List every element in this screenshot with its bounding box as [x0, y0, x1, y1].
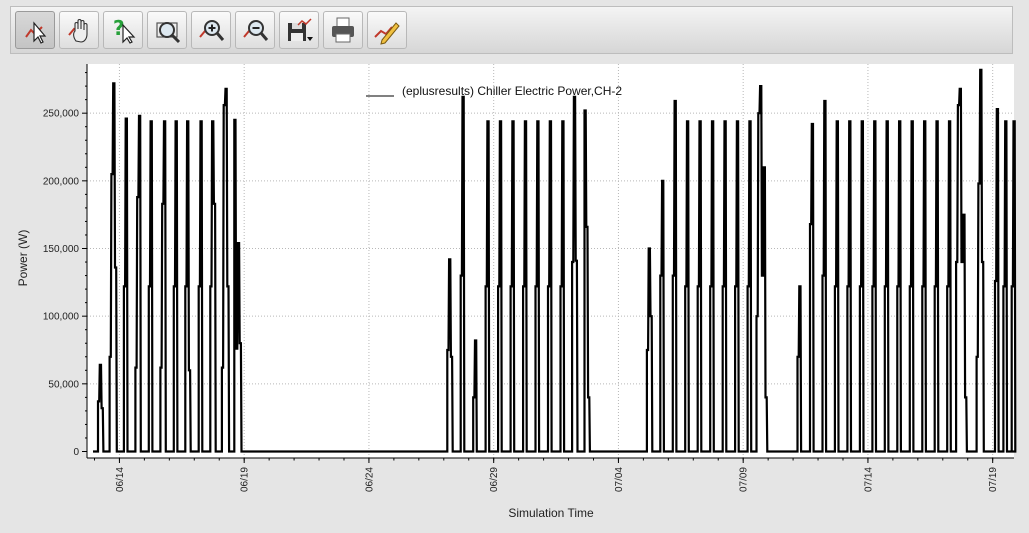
toolbar-button-save-disk[interactable] — [279, 11, 319, 49]
toolbar-button-print[interactable] — [323, 11, 363, 49]
x-axis-label: Simulation Time — [508, 506, 594, 520]
zoom-in-icon — [199, 20, 225, 41]
x-tick-label: 07/04 — [614, 467, 625, 492]
toolbar: ? — [10, 6, 1013, 54]
y-tick-label: 200,000 — [43, 176, 80, 187]
pan-hand-icon — [68, 18, 88, 43]
toolbar-button-zoom-out[interactable] — [235, 11, 275, 49]
toolbar-button-zoom-fit[interactable] — [147, 11, 187, 49]
toolbar-button-pan-hand[interactable] — [59, 11, 99, 49]
legend-label: (eplusresults) Chiller Electric Power,CH… — [402, 84, 622, 98]
y-tick-label: 150,000 — [43, 244, 80, 255]
y-tick-label: 100,000 — [43, 312, 80, 323]
y-tick-label: 250,000 — [43, 109, 80, 120]
y-tick-label: 50,000 — [48, 379, 79, 390]
x-tick-label: 06/29 — [489, 467, 500, 492]
help-pointer-icon: ? — [113, 16, 136, 44]
x-tick-label: 06/14 — [115, 467, 126, 492]
zoom-fit-icon — [156, 22, 181, 44]
edit-chart-icon — [374, 22, 400, 45]
print-icon — [332, 17, 354, 43]
toolbar-button-edit-chart[interactable] — [367, 11, 407, 49]
y-tick-label: 0 — [73, 447, 79, 458]
toolbar-button-help-pointer[interactable]: ? — [103, 11, 143, 49]
select-pointer-icon — [25, 21, 47, 44]
x-tick-label: 06/19 — [240, 467, 251, 492]
x-tick-label: 07/09 — [739, 467, 750, 492]
x-tick-label: 07/14 — [863, 467, 874, 492]
chart: 0 50,000 100,000 150,000 200,000 250,000 06/1… — [0, 56, 1029, 533]
zoom-out-icon — [243, 20, 269, 41]
x-tick-label: 06/24 — [364, 467, 375, 492]
x-tick-label: 07/19 — [988, 467, 999, 492]
toolbar-button-zoom-in[interactable] — [191, 11, 231, 49]
toolbar-button-select-pointer[interactable] — [15, 11, 55, 49]
save-disk-icon — [288, 18, 313, 41]
y-axis-label: Power (W) — [16, 230, 30, 287]
